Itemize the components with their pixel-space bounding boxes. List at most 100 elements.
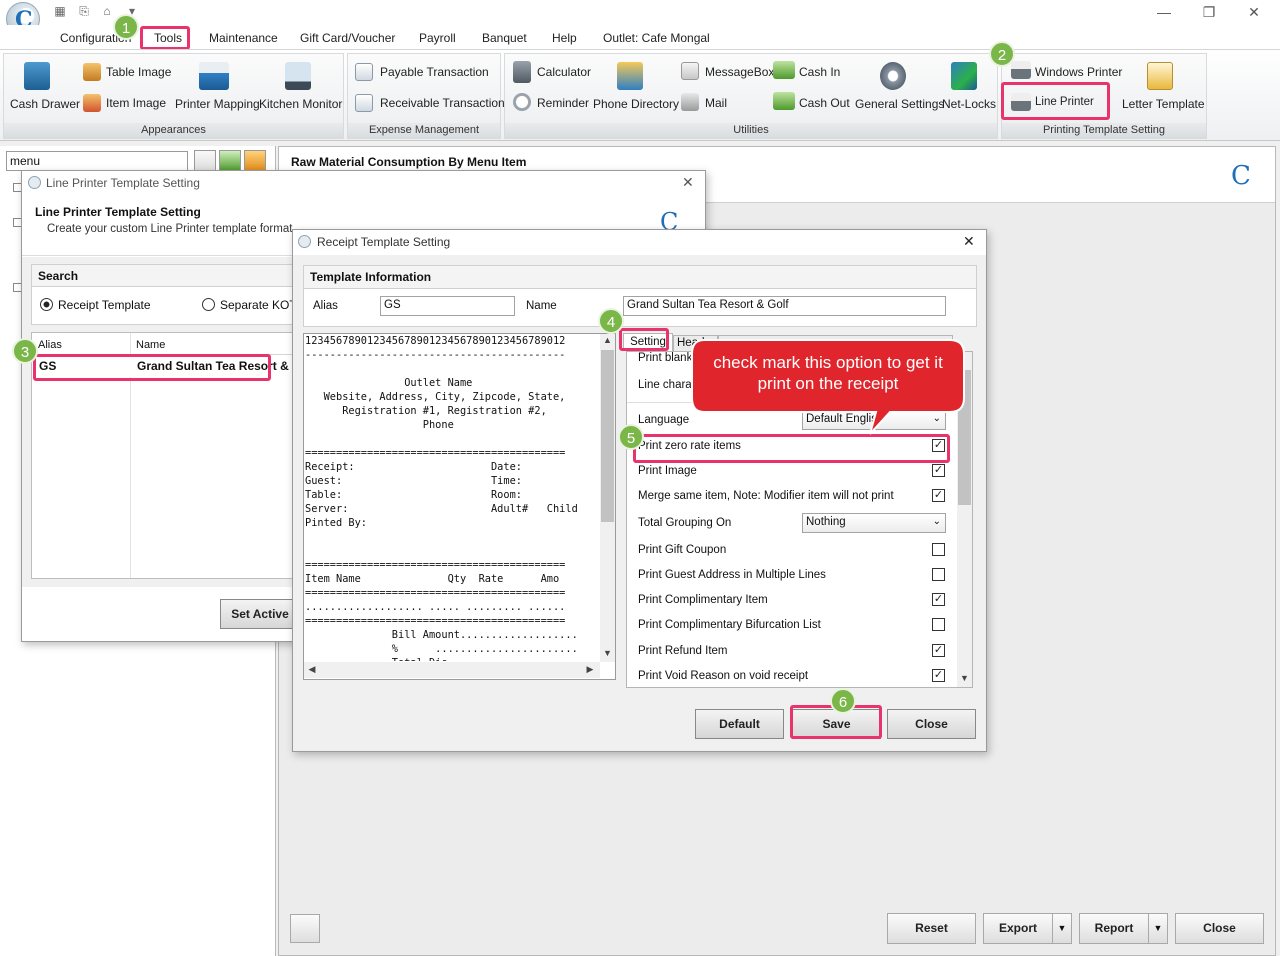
report-title: Raw Material Consumption By Menu Item [291,155,527,169]
set-active-button[interactable]: Set Active [220,599,300,629]
net-locks-icon [951,62,977,90]
export-button[interactable]: Export [983,913,1053,944]
chevron-down-icon[interactable]: ⌄ [933,516,941,527]
close-icon[interactable]: ✕ [682,174,694,191]
reset-button[interactable]: Reset [887,913,976,944]
option-label: Line charac [638,379,698,391]
option-checkbox[interactable]: ✓ [932,489,945,502]
step-4-marker: 4 [598,308,624,334]
menu-help[interactable]: Help [552,31,577,45]
receipt-template-label: Receipt Template [58,298,151,312]
dialog-logo-icon [298,235,311,248]
step-2-marker: 2 [989,41,1015,67]
option-checkbox[interactable] [932,618,945,631]
preview-scroll-thumb[interactable] [601,350,614,522]
kitchen-monitor-button[interactable]: Kitchen Monitor [259,97,342,111]
windows-printer-button[interactable]: Windows Printer [1035,65,1122,79]
scroll-down-icon[interactable]: ▼ [600,648,615,658]
option-checkbox[interactable]: ✓ [932,593,945,606]
outlet-label: Outlet: Cafe Mongal [603,31,710,45]
grid-icon[interactable]: ▦ [52,3,68,19]
preview-line: Receipt: Date: [305,461,522,473]
menu-payroll[interactable]: Payroll [419,31,456,45]
export-dropdown-icon[interactable]: ▼ [1052,913,1072,944]
net-locks-button[interactable]: Net-Locks [942,97,996,111]
binoculars-icon[interactable] [194,150,216,172]
cash-drawer-icon [24,62,50,90]
minimize-button[interactable]: — [1144,2,1184,22]
calculator-button[interactable]: Calculator [537,65,591,79]
phone-directory-button[interactable]: Phone Directory [593,97,679,111]
scroll-down-icon[interactable]: ▼ [957,673,972,683]
close-dialog-button[interactable]: Close [887,709,976,739]
kitchen-monitor-icon [285,62,311,90]
table-image-button[interactable]: Table Image [106,65,171,79]
general-settings-button[interactable]: General Settings [855,97,944,111]
reminder-button[interactable]: Reminder [537,96,589,110]
step-6-marker: 6 [830,688,856,714]
option-checkbox[interactable] [932,568,945,581]
gs-row-highlight [33,354,271,381]
cash-out-icon [773,92,795,110]
close-report-button[interactable]: Close [1175,913,1264,944]
preview-hscrollbar[interactable] [304,662,600,678]
cash-in-button[interactable]: Cash In [799,65,840,79]
restore-button[interactable]: ❐ [1189,2,1229,22]
scroll-up-icon[interactable]: ▲ [600,335,615,345]
menu-gift-card[interactable]: Gift Card/Voucher [300,31,395,45]
general-settings-icon [880,62,906,90]
scroll-right-icon[interactable]: ▶ [584,664,596,675]
menu-search-input[interactable]: menu [6,151,188,171]
messagebox-button[interactable]: MessageBox [705,65,774,79]
report-dropdown-icon[interactable]: ▼ [1148,913,1168,944]
scroll-left-icon[interactable]: ◀ [306,664,318,675]
close-icon[interactable]: ✕ [963,233,975,250]
option-checkbox[interactable]: ✓ [932,464,945,477]
appearances-group-label: Appearances [4,123,343,138]
preview-line: Pinted By: [305,517,367,529]
layout-icon[interactable] [290,914,320,943]
option-checkbox[interactable] [932,543,945,556]
option-checkbox[interactable]: ✓ [932,644,945,657]
tools-highlight [140,26,190,50]
windows-printer-icon [1011,61,1031,79]
name-column-header: Name [136,339,166,351]
refresh-icon[interactable] [219,150,241,172]
export-icon[interactable]: ⎘ [76,3,92,19]
letter-template-button[interactable]: Letter Template [1122,97,1205,111]
payable-transaction-button[interactable]: Payable Transaction [380,65,489,79]
printer-mapping-button[interactable]: Printer Mapping [175,97,260,111]
menu-maintenance[interactable]: Maintenance [209,31,278,45]
preview-line: Registration #1, Registration #2, [305,405,547,417]
sort-icon[interactable] [244,150,266,172]
close-window-button[interactable]: ✕ [1234,2,1274,22]
line-printer-dialog-title: Line Printer Template Setting [46,176,200,190]
preview-line: Phone [305,419,454,431]
title-bar [0,0,1280,25]
report-button[interactable]: Report [1079,913,1149,944]
line-printer-highlight [1001,82,1110,120]
separate-kot-radio[interactable] [202,298,215,311]
alias-label: Alias [313,300,338,312]
receivable-transaction-button[interactable]: Receivable Transaction [380,96,505,110]
option-checkbox[interactable]: ✓ [932,669,945,682]
alias-field[interactable]: GS [380,296,515,316]
cash-drawer-button[interactable]: Cash Drawer [10,97,80,111]
option-label: Merge same item, Note: Modifier item wil… [638,490,894,502]
mail-button[interactable]: Mail [705,96,727,110]
mail-icon [681,93,699,111]
default-button[interactable]: Default [695,709,784,739]
option-label: Print Guest Address in Multiple Lines [638,569,826,581]
item-image-button[interactable]: Item Image [106,96,166,110]
preview-line: ========================================… [305,447,566,459]
receipt-template-radio[interactable] [40,298,53,311]
lock-icon[interactable]: ⌂ [99,3,115,19]
name-field[interactable]: Grand Sultan Tea Resort & Golf [623,296,946,316]
line-printer-heading: Line Printer Template Setting [35,205,201,219]
setting-tab-highlight [619,328,669,351]
menu-banquet[interactable]: Banquet [482,31,527,45]
option-select[interactable]: Nothing ⌄ [802,513,946,533]
option-label: Total Grouping On [638,517,732,529]
printer-mapping-icon [199,62,229,90]
cash-out-button[interactable]: Cash Out [799,96,850,110]
